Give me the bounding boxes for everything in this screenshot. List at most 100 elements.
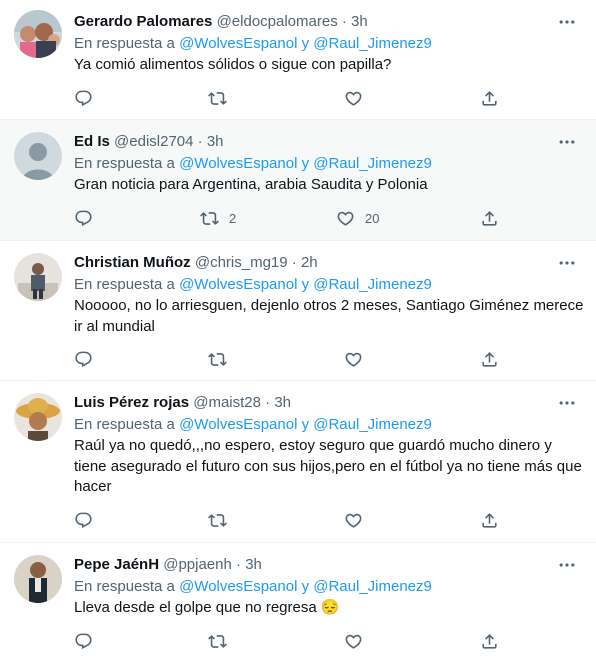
share-button[interactable] (480, 631, 499, 651)
like-button[interactable]: 20 (336, 208, 379, 228)
replying-to: En respuesta a @WolvesEspanol y @Raul_Ji… (74, 34, 432, 54)
replying-to: En respuesta a @WolvesEspanol y @Raul_Ji… (74, 415, 432, 435)
more-options-button[interactable] (556, 253, 578, 273)
display-name[interactable]: Christian Muñoz (74, 254, 191, 271)
more-options-button[interactable] (556, 12, 578, 32)
share-icon (480, 89, 499, 108)
more-icon (556, 393, 578, 413)
more-icon (556, 132, 578, 152)
heart-icon (336, 209, 355, 228)
display-name[interactable]: Pepe JaénH (74, 556, 159, 573)
reply-icon (74, 209, 93, 228)
retweet-button[interactable] (208, 510, 237, 530)
tweet-header: Ed Is @edisl2704 · 3h (74, 132, 224, 152)
retweet-button[interactable]: 2 (200, 208, 236, 228)
default-avatar-icon (14, 132, 62, 180)
more-icon (556, 555, 578, 575)
separator-dot: · (236, 556, 242, 573)
reply-button[interactable] (74, 88, 103, 108)
more-icon (556, 12, 578, 32)
avatar[interactable] (14, 555, 62, 603)
tweet-header: Gerardo Palomares @eldocpalomares · 3h (74, 12, 368, 32)
share-icon (480, 632, 499, 651)
user-handle[interactable]: @chris_mg19 (195, 254, 288, 271)
tweet[interactable]: Christian Muñoz @chris_mg19 · 2h En resp… (0, 241, 596, 381)
share-button[interactable] (480, 88, 499, 108)
tweet-text: Gran noticia para Argentina, arabia Saud… (74, 176, 428, 193)
tweet-text: Nooooo, no lo arriesguen, dejenlo otros … (74, 297, 584, 335)
replying-to-prefix: En respuesta a (74, 276, 175, 293)
timestamp[interactable]: 2h (301, 254, 318, 271)
replying-to-users-link[interactable]: @WolvesEspanol y @Raul_Jimenez9 (179, 578, 432, 595)
retweet-icon (208, 632, 227, 651)
replying-to: En respuesta a @WolvesEspanol y @Raul_Ji… (74, 154, 432, 174)
user-handle[interactable]: @ppjaenh (163, 556, 232, 573)
tweet-text: Raúl ya no quedó,,,no espero, estoy segu… (74, 437, 582, 495)
replying-to-prefix: En respuesta a (74, 35, 175, 52)
reply-button[interactable] (74, 510, 103, 530)
retweet-count: 2 (229, 210, 237, 226)
avatar[interactable] (14, 132, 62, 180)
display-name[interactable]: Ed Is (74, 133, 110, 150)
replying-to-prefix: En respuesta a (74, 155, 175, 172)
replying-to: En respuesta a @WolvesEspanol y @Raul_Ji… (74, 577, 432, 597)
share-icon (480, 350, 499, 369)
like-button[interactable] (344, 349, 373, 369)
tweet-text: Lleva desde el golpe que no regresa 😔 (74, 599, 340, 616)
tweet[interactable]: Pepe JaénH @ppjaenh · 3h En respuesta a … (0, 543, 596, 665)
display-name[interactable]: Gerardo Palomares (74, 13, 212, 30)
replying-to-users-link[interactable]: @WolvesEspanol y @Raul_Jimenez9 (179, 416, 432, 433)
tweet[interactable]: Ed Is @edisl2704 · 3h En respuesta a @Wo… (0, 120, 596, 241)
tweet-actions (74, 349, 514, 369)
like-button[interactable] (344, 88, 373, 108)
like-button[interactable] (344, 631, 373, 651)
more-options-button[interactable] (556, 555, 578, 575)
reply-button[interactable] (74, 349, 103, 369)
replying-to-users-link[interactable]: @WolvesEspanol y @Raul_Jimenez9 (179, 276, 432, 293)
avatar-photo (14, 393, 62, 441)
tweet[interactable]: Gerardo Palomares @eldocpalomares · 3h E… (0, 0, 596, 120)
avatar[interactable] (14, 10, 62, 58)
tweet-actions: 2 20 (74, 208, 514, 228)
avatar[interactable] (14, 393, 62, 441)
avatar[interactable] (14, 253, 62, 301)
timestamp[interactable]: 3h (274, 394, 291, 411)
like-count: 20 (365, 210, 380, 226)
retweet-button[interactable] (208, 349, 237, 369)
retweet-button[interactable] (208, 88, 237, 108)
timestamp[interactable]: 3h (351, 13, 368, 30)
retweet-icon (208, 89, 227, 108)
retweet-icon (208, 511, 227, 530)
retweet-icon (208, 350, 227, 369)
tweet-text: Ya comió alimentos sólidos o sigue con p… (74, 56, 392, 73)
share-button[interactable] (480, 208, 499, 228)
replying-to-prefix: En respuesta a (74, 578, 175, 595)
user-handle[interactable]: @maist28 (193, 394, 261, 411)
share-icon (480, 209, 499, 228)
like-button[interactable] (344, 510, 373, 530)
reply-icon (74, 89, 93, 108)
replying-to-users-link[interactable]: @WolvesEspanol y @Raul_Jimenez9 (179, 155, 432, 172)
separator-dot: · (291, 254, 297, 271)
replying-to-users-link[interactable]: @WolvesEspanol y @Raul_Jimenez9 (179, 35, 432, 52)
share-button[interactable] (480, 510, 499, 530)
timestamp[interactable]: 3h (245, 556, 262, 573)
heart-icon (344, 89, 363, 108)
share-button[interactable] (480, 349, 499, 369)
timestamp[interactable]: 3h (207, 133, 224, 150)
tweet-actions (74, 631, 514, 651)
reply-button[interactable] (74, 208, 103, 228)
avatar-photo (14, 253, 62, 301)
user-handle[interactable]: @eldocpalomares (217, 13, 338, 30)
display-name[interactable]: Luis Pérez rojas (74, 394, 189, 411)
heart-icon (344, 511, 363, 530)
heart-icon (344, 632, 363, 651)
retweet-button[interactable] (208, 631, 237, 651)
more-options-button[interactable] (556, 393, 578, 413)
reply-button[interactable] (74, 631, 103, 651)
replying-to-prefix: En respuesta a (74, 416, 175, 433)
separator-dot: · (341, 13, 347, 30)
user-handle[interactable]: @edisl2704 (114, 133, 193, 150)
more-options-button[interactable] (556, 132, 578, 152)
tweet[interactable]: Luis Pérez rojas @maist28 · 3h En respue… (0, 381, 596, 543)
